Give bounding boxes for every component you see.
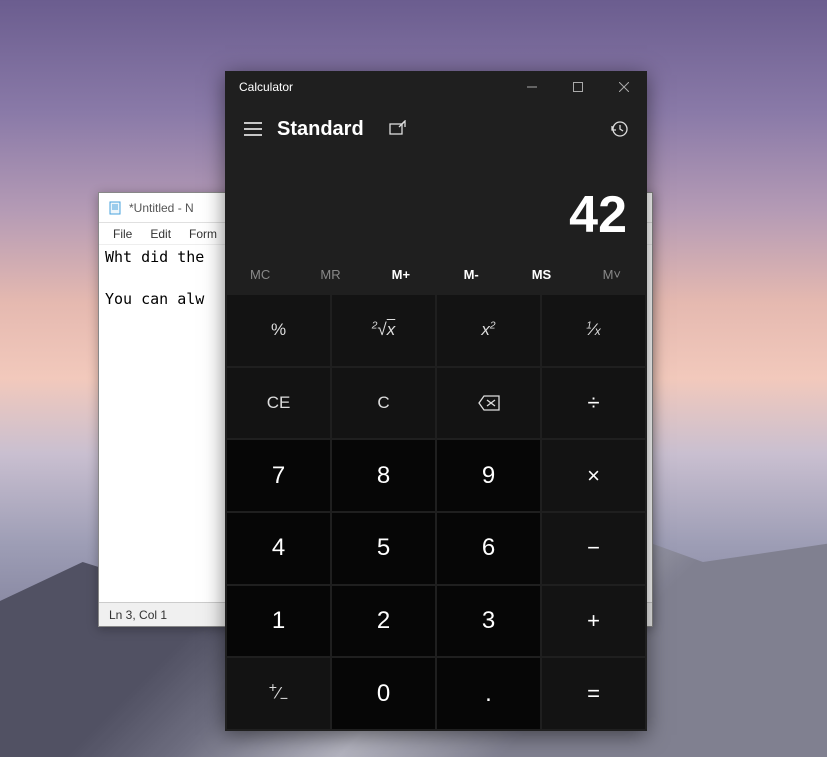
nine-button[interactable]: 9 xyxy=(437,440,540,511)
history-icon[interactable] xyxy=(599,109,639,149)
five-button[interactable]: 5 xyxy=(332,513,435,584)
minus-button[interactable]: − xyxy=(542,513,645,584)
maximize-button[interactable] xyxy=(555,71,601,103)
calculator-mode-label: Standard xyxy=(277,118,364,141)
two-button[interactable]: 2 xyxy=(332,586,435,657)
memory-add-button[interactable]: M+ xyxy=(366,255,436,293)
memory-clear-button[interactable]: MC xyxy=(225,255,295,293)
multiply-button[interactable]: × xyxy=(542,440,645,511)
three-button[interactable]: 3 xyxy=(437,586,540,657)
percent-button[interactable]: % xyxy=(227,295,330,366)
divide-button[interactable]: ÷ xyxy=(542,368,645,439)
menu-file[interactable]: File xyxy=(105,225,140,243)
menu-edit[interactable]: Edit xyxy=(142,225,179,243)
eight-button[interactable]: 8 xyxy=(332,440,435,511)
menu-format[interactable]: Form xyxy=(181,225,225,243)
clear-entry-button[interactable]: CE xyxy=(227,368,330,439)
backspace-button[interactable] xyxy=(437,368,540,439)
close-button[interactable] xyxy=(601,71,647,103)
display-value: 42 xyxy=(569,185,627,245)
square-button[interactable]: x2 xyxy=(437,295,540,366)
clear-button[interactable]: C xyxy=(332,368,435,439)
six-button[interactable]: 6 xyxy=(437,513,540,584)
plus-button[interactable]: + xyxy=(542,586,645,657)
notepad-app-icon xyxy=(107,200,123,216)
one-button[interactable]: 1 xyxy=(227,586,330,657)
reciprocal-button[interactable]: 1⁄x xyxy=(542,295,645,366)
memory-recall-button[interactable]: MR xyxy=(295,255,365,293)
calculator-titlebar[interactable]: Calculator xyxy=(225,71,647,103)
backspace-icon xyxy=(478,395,500,411)
four-button[interactable]: 4 xyxy=(227,513,330,584)
notepad-title: *Untitled - N xyxy=(129,201,194,215)
equals-button[interactable]: = xyxy=(542,658,645,729)
zero-button[interactable]: 0 xyxy=(332,658,435,729)
minimize-button[interactable] xyxy=(509,71,555,103)
memory-store-button[interactable]: MS xyxy=(506,255,576,293)
notepad-cursor-position: Ln 3, Col 1 xyxy=(109,608,167,622)
keep-on-top-icon[interactable] xyxy=(378,109,418,149)
decimal-button[interactable]: . xyxy=(437,658,540,729)
calculator-title: Calculator xyxy=(225,80,509,94)
calculator-window: Calculator Standard 42 MC MR M+ M- MS M˅ xyxy=(225,71,647,731)
memory-row: MC MR M+ M- MS M˅ xyxy=(225,255,647,293)
calculator-keypad: % 2√x x2 1⁄x CE C ÷ 7 8 9 × 4 5 6 − 1 2 … xyxy=(225,293,647,731)
square-root-button[interactable]: 2√x xyxy=(332,295,435,366)
hamburger-menu-icon[interactable] xyxy=(233,109,273,149)
memory-subtract-button[interactable]: M- xyxy=(436,255,506,293)
seven-button[interactable]: 7 xyxy=(227,440,330,511)
calculator-display: 42 xyxy=(225,155,647,255)
negate-button[interactable]: +⁄− xyxy=(227,658,330,729)
calculator-header: Standard xyxy=(225,103,647,155)
memory-list-button[interactable]: M˅ xyxy=(577,255,647,293)
